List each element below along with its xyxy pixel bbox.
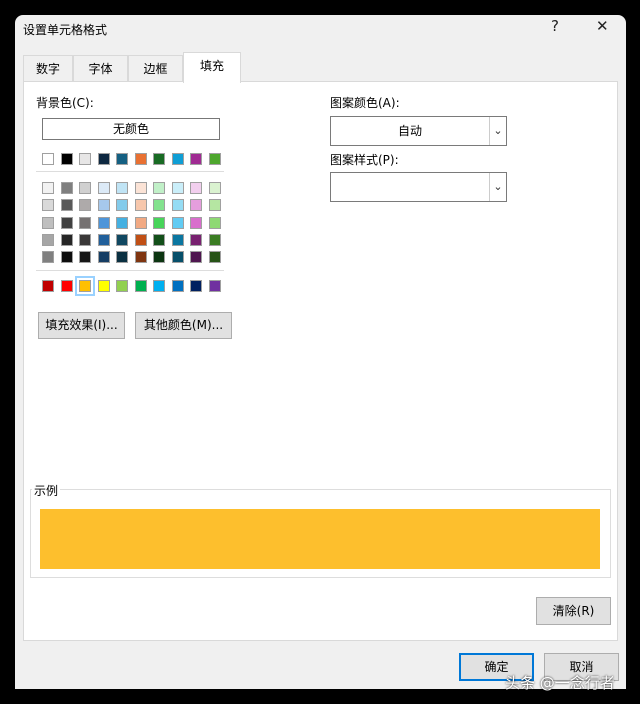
tab-font[interactable]: 字体 bbox=[73, 55, 128, 82]
pattern-color-label: 图案颜色(A): bbox=[330, 96, 400, 110]
color-swatch[interactable] bbox=[60, 280, 73, 292]
color-swatch[interactable] bbox=[153, 182, 165, 194]
color-swatch[interactable] bbox=[60, 216, 73, 229]
pattern-color-value: 自动 bbox=[397, 124, 422, 138]
color-swatch[interactable] bbox=[97, 199, 110, 212]
color-swatch[interactable] bbox=[171, 182, 184, 194]
color-swatch[interactable] bbox=[97, 182, 110, 194]
color-swatch[interactable] bbox=[134, 182, 147, 194]
pattern-style-select[interactable]: ⌄ bbox=[330, 172, 507, 202]
color-swatch[interactable] bbox=[153, 153, 165, 165]
color-swatch[interactable] bbox=[42, 199, 54, 212]
color-swatch[interactable] bbox=[153, 233, 165, 246]
color-swatch[interactable] bbox=[190, 199, 202, 212]
format-cells-dialog: 设置单元格格式 ? ✕ 数字 字体 边框 填充 背景色(C): 无颜色 填充效果… bbox=[15, 15, 626, 689]
color-swatch[interactable] bbox=[116, 280, 128, 292]
color-swatch[interactable] bbox=[171, 199, 184, 212]
color-swatch[interactable] bbox=[134, 153, 147, 165]
color-swatch[interactable] bbox=[153, 216, 165, 229]
color-swatch[interactable] bbox=[97, 233, 110, 246]
color-swatch[interactable] bbox=[42, 216, 54, 229]
sample-preview bbox=[40, 509, 600, 569]
color-swatch[interactable] bbox=[42, 153, 54, 165]
more-colors-button[interactable]: 其他颜色(M)... bbox=[135, 312, 232, 339]
color-swatch[interactable] bbox=[171, 153, 184, 165]
color-swatch[interactable] bbox=[60, 233, 73, 246]
color-swatch[interactable] bbox=[208, 182, 221, 194]
color-swatch[interactable] bbox=[116, 199, 128, 212]
tab-border[interactable]: 边框 bbox=[128, 55, 183, 82]
color-swatch[interactable] bbox=[60, 251, 73, 264]
color-swatch[interactable] bbox=[97, 251, 110, 264]
close-button[interactable]: ✕ bbox=[596, 17, 609, 35]
color-swatch[interactable] bbox=[116, 233, 128, 246]
color-swatch[interactable] bbox=[171, 251, 184, 264]
color-swatch[interactable] bbox=[190, 182, 202, 194]
color-swatch[interactable] bbox=[208, 153, 221, 165]
color-swatch[interactable] bbox=[153, 280, 165, 292]
fill-panel: 背景色(C): 无颜色 填充效果(I)... 其他颜色(M)... 图案颜色(A… bbox=[23, 81, 618, 641]
color-swatch[interactable] bbox=[208, 216, 221, 229]
color-swatch[interactable] bbox=[116, 182, 128, 194]
color-swatch[interactable] bbox=[153, 199, 165, 212]
color-swatch[interactable] bbox=[134, 216, 147, 229]
color-swatch[interactable] bbox=[75, 276, 95, 296]
color-swatch[interactable] bbox=[79, 251, 91, 264]
pattern-color-select[interactable]: 自动 ⌄ bbox=[330, 116, 507, 146]
no-color-button[interactable]: 无颜色 bbox=[42, 118, 220, 140]
tab-number[interactable]: 数字 bbox=[23, 55, 73, 82]
color-swatch[interactable] bbox=[42, 280, 54, 292]
color-swatch[interactable] bbox=[79, 153, 91, 165]
color-swatch[interactable] bbox=[42, 182, 54, 194]
color-swatch[interactable] bbox=[116, 153, 128, 165]
color-swatch[interactable] bbox=[97, 280, 110, 292]
background-color-label: 背景色(C): bbox=[36, 96, 94, 110]
color-swatch[interactable] bbox=[60, 199, 73, 212]
color-swatch[interactable] bbox=[79, 199, 91, 212]
color-swatch[interactable] bbox=[79, 233, 91, 246]
color-swatch[interactable] bbox=[208, 199, 221, 212]
tab-fill[interactable]: 填充 bbox=[183, 52, 241, 83]
color-swatch[interactable] bbox=[190, 216, 202, 229]
color-swatch[interactable] bbox=[79, 182, 91, 194]
help-button[interactable]: ? bbox=[551, 17, 559, 35]
color-swatch[interactable] bbox=[79, 216, 91, 229]
color-swatch[interactable] bbox=[42, 251, 54, 264]
color-swatch[interactable] bbox=[153, 251, 165, 264]
color-swatch[interactable] bbox=[60, 153, 73, 165]
color-swatch[interactable] bbox=[171, 233, 184, 246]
chevron-down-icon: ⌄ bbox=[489, 173, 506, 201]
color-swatch[interactable] bbox=[190, 153, 202, 165]
watermark: 头条 @一念行者 bbox=[505, 674, 615, 692]
dialog-title: 设置单元格格式 bbox=[23, 23, 108, 37]
pattern-style-label: 图案样式(P): bbox=[330, 153, 399, 167]
color-swatch[interactable] bbox=[134, 280, 147, 292]
color-swatch[interactable] bbox=[116, 216, 128, 229]
color-swatch[interactable] bbox=[97, 153, 110, 165]
chevron-down-icon: ⌄ bbox=[489, 117, 506, 145]
color-swatch[interactable] bbox=[190, 251, 202, 264]
color-swatch[interactable] bbox=[116, 251, 128, 264]
color-swatch[interactable] bbox=[42, 233, 54, 246]
color-swatch[interactable] bbox=[134, 199, 147, 212]
color-swatch[interactable] bbox=[171, 216, 184, 229]
color-swatch[interactable] bbox=[208, 233, 221, 246]
color-swatch[interactable] bbox=[208, 280, 221, 292]
fill-effects-button[interactable]: 填充效果(I)... bbox=[38, 312, 125, 339]
color-swatch[interactable] bbox=[134, 251, 147, 264]
color-swatch[interactable] bbox=[190, 233, 202, 246]
color-swatch[interactable] bbox=[60, 182, 73, 194]
color-swatch[interactable] bbox=[190, 280, 202, 292]
color-swatch[interactable] bbox=[208, 251, 221, 264]
color-swatch[interactable] bbox=[97, 216, 110, 229]
color-swatch[interactable] bbox=[134, 233, 147, 246]
color-swatch[interactable] bbox=[171, 280, 184, 292]
sample-label: 示例 bbox=[32, 482, 61, 499]
clear-button[interactable]: 清除(R) bbox=[536, 597, 611, 625]
